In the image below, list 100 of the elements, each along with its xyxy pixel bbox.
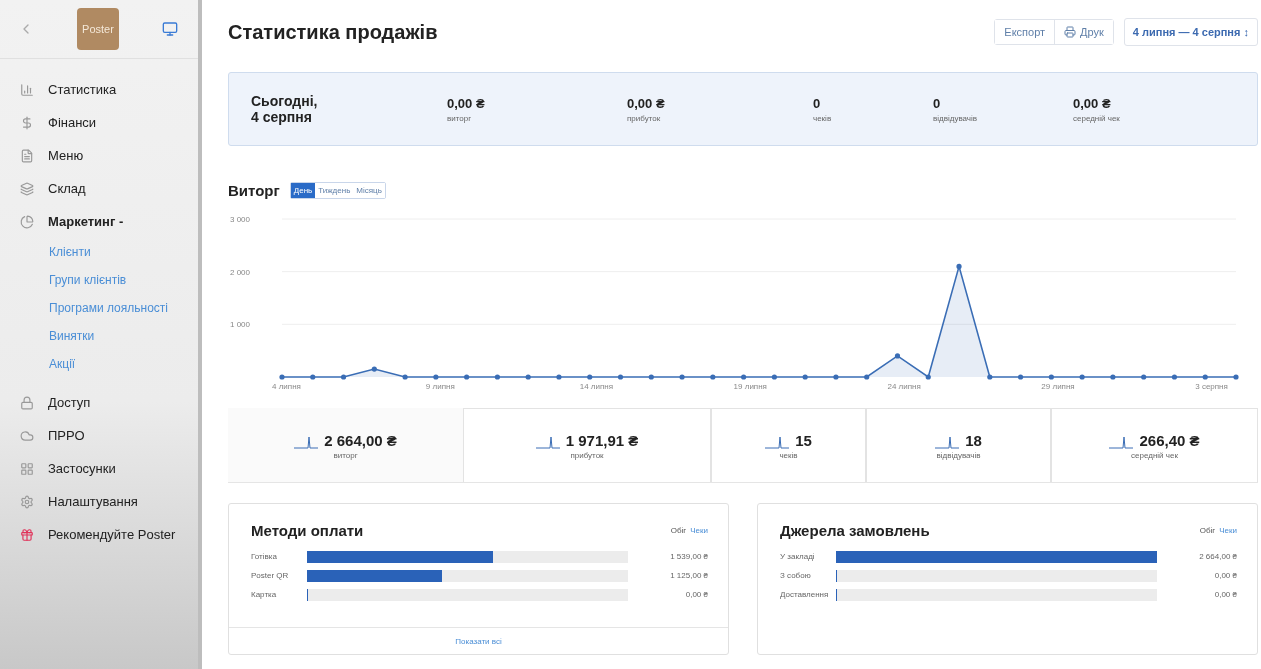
nav-item[interactable]: Налаштування (0, 485, 198, 518)
data-point (1018, 374, 1024, 380)
period-tab[interactable]: Місяць (353, 183, 385, 198)
data-point (1141, 374, 1147, 380)
y-axis-label: 3 000 (230, 215, 251, 224)
show-all-link[interactable]: Показати всі (455, 636, 502, 646)
total-label: середній чек (1131, 450, 1178, 460)
settings-icon (20, 494, 34, 509)
data-point (802, 374, 808, 380)
nav-label: Доступ (48, 395, 91, 410)
row-label: Доставлення (780, 590, 830, 599)
data-point (1202, 374, 1208, 380)
total-label: чеків (779, 450, 798, 460)
data-point (710, 374, 716, 380)
data-point (648, 374, 654, 380)
row-label: Poster QR (251, 571, 290, 580)
nav-item[interactable]: Фінанси (0, 106, 198, 139)
row-label: Картка (251, 590, 278, 599)
sparkline-icon (1109, 434, 1134, 449)
row-label: У закладі (780, 552, 816, 561)
data-point (679, 374, 685, 380)
total-tab[interactable]: 1 971,91 ₴ прибуток (463, 408, 711, 482)
nav-item[interactable]: Статистика (0, 73, 198, 106)
panel-title: Методи оплати (251, 522, 364, 539)
x-axis-label: 29 липня (1041, 382, 1075, 391)
stat-value: 0,00 ₴ (447, 95, 486, 111)
data-point (925, 374, 931, 380)
total-tab[interactable]: 266,40 ₴ середній чек (1051, 408, 1258, 482)
document-icon (20, 148, 34, 163)
panel-title: Джерела замовлень (780, 522, 930, 539)
row-amount: 2 664,00 ₴ (1198, 552, 1237, 561)
x-axis-label: 24 липня (887, 382, 921, 391)
data-point (864, 374, 870, 380)
data-point (1048, 374, 1054, 380)
sparkline-icon (535, 434, 560, 449)
total-tab[interactable]: 18 відвідувачів (866, 408, 1051, 482)
nav-label: ПРРО (48, 428, 85, 443)
monitor-icon[interactable] (162, 21, 178, 37)
nav-label: Статистика (48, 82, 117, 97)
data-point (310, 374, 316, 380)
nav-label: Рекомендуйте Poster (48, 527, 176, 542)
total-label: виторг (333, 450, 358, 460)
stat-value: 0 (933, 95, 942, 111)
total-value: 2 664,00 ₴ (324, 431, 397, 449)
nav-label: Фінанси (48, 115, 97, 130)
nav-item[interactable]: Маркетинг - (0, 205, 198, 238)
total-value: 266,40 ₴ (1139, 431, 1200, 449)
nav-label: Маркетинг - (48, 214, 124, 229)
nav-item[interactable]: ПРРО (0, 419, 198, 452)
row-label: З собою (780, 571, 812, 580)
data-point (371, 366, 377, 372)
printer-icon (1064, 26, 1077, 38)
today-title: Сьогодні, 4 серпня (251, 93, 319, 125)
grid-icon (20, 461, 34, 476)
total-tab[interactable]: 2 664,00 ₴ виторг (228, 408, 463, 482)
x-axis-label: 19 липня (733, 382, 767, 391)
nav-item[interactable]: Застосунки (0, 452, 198, 485)
logo: Poster (77, 8, 119, 50)
data-point (494, 374, 500, 380)
toggle-link[interactable]: Чеки (690, 526, 708, 535)
stat-label: відвідувачів (933, 113, 979, 123)
nav-label: Меню (48, 148, 84, 163)
nav-label: Склад (48, 181, 86, 196)
stat-label: чеків (813, 113, 833, 123)
x-axis-label: 4 липня (272, 382, 301, 391)
nav-item[interactable]: Склад (0, 172, 198, 205)
nav-item[interactable]: Меню (0, 139, 198, 172)
row-amount: 0,00 ₴ (684, 590, 708, 599)
row-label: Готівка (251, 552, 278, 561)
x-axis-label: 14 липня (579, 382, 614, 391)
data-point (1233, 374, 1239, 380)
page-title: Статистика продажів (228, 20, 438, 44)
toggle-link[interactable]: Обіг (670, 526, 687, 535)
y-axis-label: 1 000 (230, 320, 251, 330)
total-tab[interactable]: 15 чеків (711, 408, 866, 482)
toggle-link[interactable]: Обіг (1199, 526, 1216, 535)
period-tab[interactable]: День (290, 183, 316, 198)
data-point (279, 374, 285, 380)
data-point (433, 374, 439, 380)
total-label: відвідувачів (936, 450, 981, 460)
date-range-button[interactable]: 4 липня — 4 серпня ↕ (1123, 18, 1258, 46)
total-value: 15 (795, 431, 812, 449)
data-point (771, 374, 777, 380)
nav-item[interactable]: Рекомендуйте Poster (0, 518, 198, 551)
print-button[interactable]: Друк (1054, 20, 1113, 44)
data-point (1171, 374, 1178, 380)
nav-item[interactable]: Доступ (0, 386, 198, 419)
data-point (1110, 374, 1116, 380)
data-point (402, 374, 408, 380)
chart-title: Виторг (228, 182, 280, 199)
data-point (556, 374, 562, 380)
data-point (464, 374, 470, 380)
stat-label: середній чек (1073, 113, 1121, 123)
stat-value: 0,00 ₴ (627, 95, 666, 111)
data-point (956, 263, 962, 269)
gift-icon (20, 527, 34, 542)
toggle-link[interactable]: Чеки (1219, 526, 1237, 535)
sparkline-icon (294, 434, 319, 449)
nav-label: Застосунки (48, 461, 116, 476)
cloud-icon (20, 428, 34, 443)
